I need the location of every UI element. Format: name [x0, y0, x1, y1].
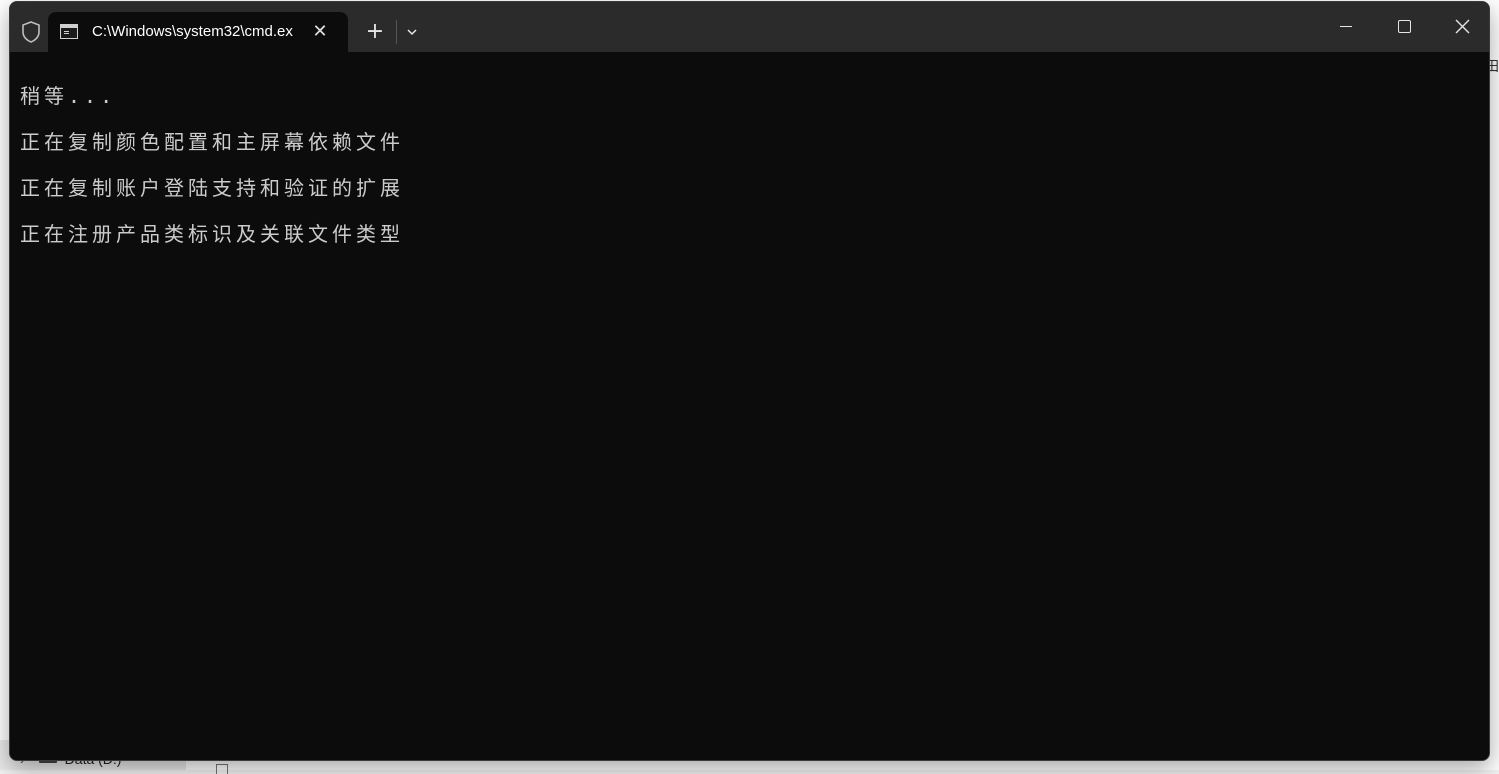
tab-title: C:\Windows\system32\cmd.ex — [92, 23, 293, 40]
minimize-icon — [1340, 26, 1352, 27]
console-line: 正在注册产品类标识及关联文件类型 — [20, 222, 404, 246]
console-line: 正在复制颜色配置和主屏幕依赖文件 — [20, 130, 404, 154]
maximize-icon — [1398, 20, 1411, 33]
terminal-window: C:\Windows\system32\cmd.ex ✕ + 稍等... 正在复… — [9, 1, 1490, 761]
close-icon[interactable]: ✕ — [310, 22, 330, 42]
title-bar[interactable]: C:\Windows\system32\cmd.ex ✕ + — [10, 2, 1489, 52]
close-icon — [1455, 19, 1470, 34]
new-tab-button[interactable]: + — [360, 19, 390, 45]
shield-icon — [22, 21, 40, 43]
tab-divider — [396, 20, 397, 44]
chevron-down-icon[interactable] — [400, 19, 424, 45]
document-icon — [216, 764, 228, 774]
minimize-button[interactable] — [1317, 2, 1375, 52]
terminal-icon — [60, 24, 78, 39]
console-line: 正在复制账户登陆支持和验证的扩展 — [20, 176, 404, 200]
console-line: 稍等... — [20, 84, 117, 108]
tab-cmd[interactable]: C:\Windows\system32\cmd.ex ✕ — [48, 12, 348, 52]
maximize-button[interactable] — [1375, 2, 1433, 52]
console-output[interactable]: 稍等... 正在复制颜色配置和主屏幕依赖文件 正在复制账户登陆支持和验证的扩展 … — [10, 52, 1489, 760]
close-window-button[interactable] — [1433, 2, 1489, 52]
